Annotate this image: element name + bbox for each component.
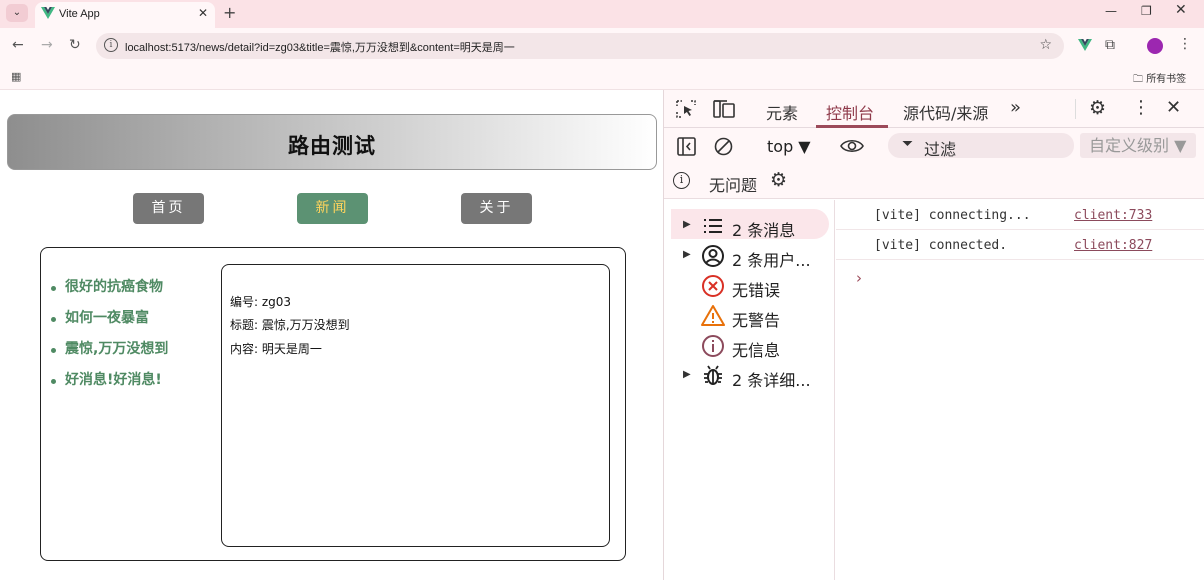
tab-title: Vite App (59, 8, 100, 20)
sidebar-item-errors[interactable]: 无错误 (664, 273, 835, 301)
page-viewport: 路由测试 首页 新闻 关于 很好的抗癌食物 如何一夜暴富 震惊,万万没想到 好消… (0, 90, 663, 580)
filter-input[interactable]: ⏷ 过滤 (888, 133, 1074, 159)
nav-link-news[interactable]: 新闻 (297, 193, 368, 224)
log-levels-dropdown[interactable]: 自定义级别 ▼ (1080, 133, 1196, 158)
detail-content: 内容: 明天是周一 (230, 342, 322, 356)
expand-arrow-icon[interactable]: ▶ (683, 249, 691, 260)
sidebar-item-label: 2 条详细... (732, 371, 811, 390)
forward-icon[interactable]: → (41, 37, 53, 53)
detail-id: 编号: zg03 (230, 295, 292, 309)
sidebar-item-warnings[interactable]: 无警告 (664, 303, 835, 331)
folder-icon: 🗀 (1133, 74, 1143, 85)
sidebar-toggle-icon[interactable] (677, 137, 696, 156)
minimize-icon[interactable]: — (1105, 4, 1117, 18)
issues-bar: i 无问题 ⚙ (664, 163, 1204, 199)
console-log-row: [vite] connected. client:827 (836, 230, 1204, 260)
tab-console[interactable]: 控制台 (826, 100, 874, 124)
url-text: localhost:5173/news/detail?id=zg03&title… (125, 42, 515, 54)
detail-title: 标题: 震惊,万万没想到 (230, 318, 350, 332)
console-prompt-chevron-icon[interactable]: › (856, 269, 862, 287)
nav-link-about[interactable]: 关于 (461, 193, 532, 224)
warning-icon (701, 305, 725, 326)
page-title: 路由测试 (288, 134, 376, 158)
news-link[interactable]: 震惊,万万没想到 (51, 340, 168, 359)
close-devtools-icon[interactable]: ✕ (1166, 97, 1181, 118)
console-output: [vite] connecting... client:733 [vite] c… (836, 200, 1204, 580)
log-source-link[interactable]: client:733 (1074, 208, 1152, 223)
news-link[interactable]: 好消息!好消息! (51, 371, 168, 390)
sidebar-item-label: 无警告 (732, 311, 781, 330)
more-options-icon[interactable]: ⋮ (1132, 97, 1150, 118)
expand-arrow-icon[interactable]: ▶ (683, 219, 691, 230)
filter-funnel-icon: ⏷ (902, 136, 914, 152)
expand-arrow-icon[interactable]: ▶ (683, 369, 691, 380)
back-icon[interactable]: ← (12, 37, 24, 53)
sidebar-item-user-messages[interactable]: ▶ 2 条用户... (664, 243, 835, 271)
site-info-icon[interactable]: i (104, 38, 118, 52)
profile-avatar[interactable] (1147, 38, 1163, 54)
settings-gear-icon[interactable]: ⚙ (1089, 97, 1106, 119)
news-link[interactable]: 如何一夜暴富 (51, 309, 168, 328)
vue-devtools-extension-icon[interactable] (1078, 39, 1092, 52)
issues-count-label[interactable]: 无问题 (709, 172, 757, 196)
tab-strip: ⌄ Vite App ✕ + — ❐ ✕ (0, 0, 1204, 28)
console-settings-gear-icon[interactable]: ⚙ (770, 169, 787, 191)
device-toolbar-icon[interactable] (713, 100, 735, 118)
news-link[interactable]: 很好的抗癌食物 (51, 278, 168, 297)
more-tabs-icon[interactable]: » (1010, 97, 1021, 118)
apps-grid-icon[interactable]: ▦ (11, 70, 21, 83)
user-icon (702, 245, 724, 267)
tab-search-button[interactable]: ⌄ (6, 4, 28, 22)
toolbar: ← → ↻ i localhost:5173/news/detail?id=zg… (0, 28, 1204, 64)
browser-tab[interactable]: Vite App ✕ (35, 2, 215, 28)
window-close-icon[interactable]: ✕ (1175, 2, 1187, 18)
sidebar-item-label: 无错误 (732, 281, 781, 300)
clear-console-icon[interactable] (714, 137, 733, 156)
bug-icon (704, 365, 722, 385)
log-message: [vite] connected. (874, 238, 1008, 253)
info-icon (702, 335, 724, 357)
bookmarks-bar: ▦ 🗀 所有书签 (0, 64, 1204, 90)
news-detail-panel: 编号: zg03 标题: 震惊,万万没想到 内容: 明天是周一 (221, 264, 610, 547)
tab-elements[interactable]: 元素 (766, 100, 798, 124)
sidebar-item-label: 2 条消息 (732, 221, 796, 240)
sidebar-item-verbose[interactable]: ▶ 2 条详细... (664, 363, 835, 391)
address-bar[interactable]: i localhost:5173/news/detail?id=zg03&tit… (96, 33, 1064, 59)
news-list: 很好的抗癌食物 如何一夜暴富 震惊,万万没想到 好消息!好消息! (51, 278, 168, 402)
devtools-tab-bar: 元素 控制台 源代码/来源 » ⚙ ⋮ ✕ (664, 90, 1204, 128)
log-source-link[interactable]: client:827 (1074, 238, 1152, 253)
all-bookmarks-label: 所有书签 (1146, 74, 1187, 85)
toolbar-divider (1075, 99, 1076, 119)
close-tab-icon[interactable]: ✕ (198, 6, 208, 20)
new-tab-icon[interactable]: + (223, 3, 236, 22)
sidebar-item-label: 2 条用户... (732, 251, 811, 270)
news-container: 很好的抗癌食物 如何一夜暴富 震惊,万万没想到 好消息!好消息! 编号: zg0… (40, 247, 626, 561)
all-bookmarks-button[interactable]: 🗀 所有书签 (1133, 70, 1186, 89)
info-circle-icon: i (673, 172, 690, 189)
maximize-icon[interactable]: ❐ (1141, 4, 1152, 18)
tab-sources[interactable]: 源代码/来源 (903, 100, 988, 124)
page-header: 路由测试 (7, 114, 657, 170)
filter-placeholder: 过滤 (924, 140, 957, 159)
console-sidebar: ▶ 2 条消息 ▶ 2 条用户... 无错误 无警告 无信息 ▶ 2 条详细..… (664, 200, 835, 580)
sidebar-item-label: 无信息 (732, 341, 781, 360)
live-expression-eye-icon[interactable] (840, 138, 864, 154)
bookmark-star-icon[interactable]: ☆ (1039, 37, 1052, 53)
vue-logo-icon (41, 7, 55, 19)
sidebar-item-info[interactable]: 无信息 (664, 333, 835, 361)
extensions-icon[interactable]: ⧉ (1105, 37, 1115, 53)
reload-icon[interactable]: ↻ (69, 37, 81, 53)
context-selector[interactable]: top ▼ (767, 137, 811, 156)
more-menu-icon[interactable]: ⋮ (1178, 36, 1192, 52)
list-icon (704, 219, 722, 233)
console-toolbar: top ▼ ⏷ 过滤 自定义级别 ▼ (664, 128, 1204, 163)
error-icon (702, 275, 724, 297)
devtools-panel: 元素 控制台 源代码/来源 » ⚙ ⋮ ✕ top ▼ ⏷ 过滤 自定义级别 ▼… (663, 90, 1204, 580)
nav-link-home[interactable]: 首页 (133, 193, 204, 224)
sidebar-item-messages[interactable]: ▶ 2 条消息 (664, 213, 835, 241)
console-log-row: [vite] connecting... client:733 (836, 200, 1204, 230)
inspect-element-icon[interactable] (676, 100, 696, 118)
log-message: [vite] connecting... (874, 208, 1031, 223)
